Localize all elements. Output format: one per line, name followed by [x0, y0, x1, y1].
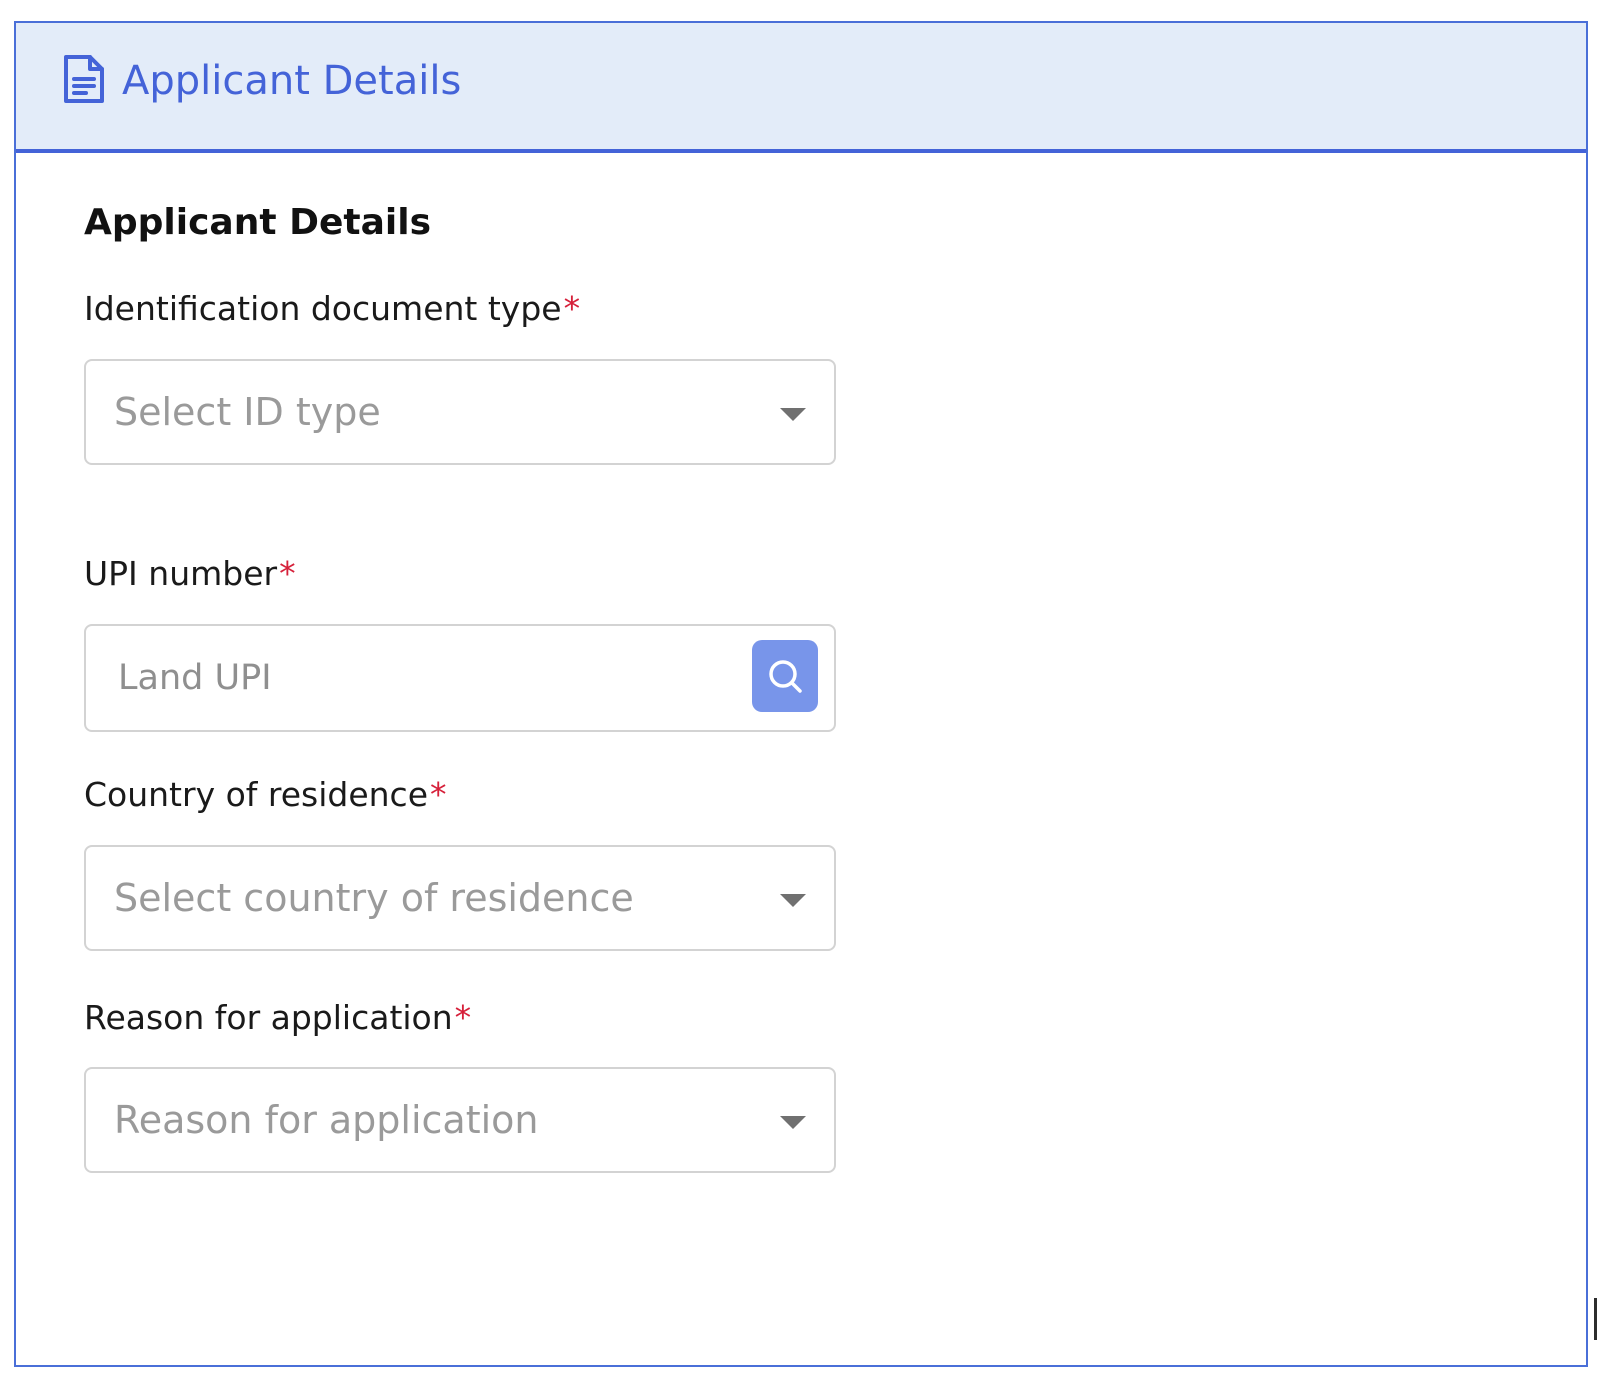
country-of-residence-select-placeholder: Select country of residence [114, 876, 634, 920]
card-header: Applicant Details [16, 23, 1586, 153]
search-icon [769, 660, 802, 693]
id-type-select-placeholder: Select ID type [114, 390, 381, 434]
country-of-residence-label: Country of residence* [84, 773, 447, 817]
card-header-title: Applicant Details [122, 58, 462, 104]
required-star: * [563, 289, 581, 328]
section-title: Applicant Details [84, 202, 431, 243]
reason-for-application-label-text: Reason for application [84, 998, 453, 1037]
scrollbar-fragment [1594, 1298, 1597, 1340]
country-of-residence-label-text: Country of residence [84, 775, 429, 814]
reason-for-application-label: Reason for application* [84, 996, 471, 1040]
required-star: * [454, 998, 472, 1037]
upi-number-label-text: UPI number [84, 554, 278, 593]
caret-down-icon [780, 1116, 806, 1129]
id-type-label-text: Identification document type [84, 289, 562, 328]
caret-down-icon [780, 408, 806, 421]
applicant-details-card: Applicant Details Applicant Details Iden… [14, 21, 1588, 1367]
upi-number-field [84, 624, 836, 732]
id-type-select[interactable]: Select ID type [84, 359, 836, 465]
id-type-label: Identification document type* [84, 287, 580, 331]
required-star: * [430, 775, 447, 814]
required-star: * [279, 554, 296, 593]
country-of-residence-select[interactable]: Select country of residence [84, 845, 836, 951]
reason-for-application-select-placeholder: Reason for application [114, 1098, 539, 1142]
document-icon [62, 53, 106, 105]
caret-down-icon [780, 894, 806, 907]
upi-number-label: UPI number* [84, 552, 296, 596]
upi-search-button[interactable] [752, 640, 818, 712]
reason-for-application-select[interactable]: Reason for application [84, 1067, 836, 1173]
upi-number-input[interactable] [118, 652, 718, 704]
